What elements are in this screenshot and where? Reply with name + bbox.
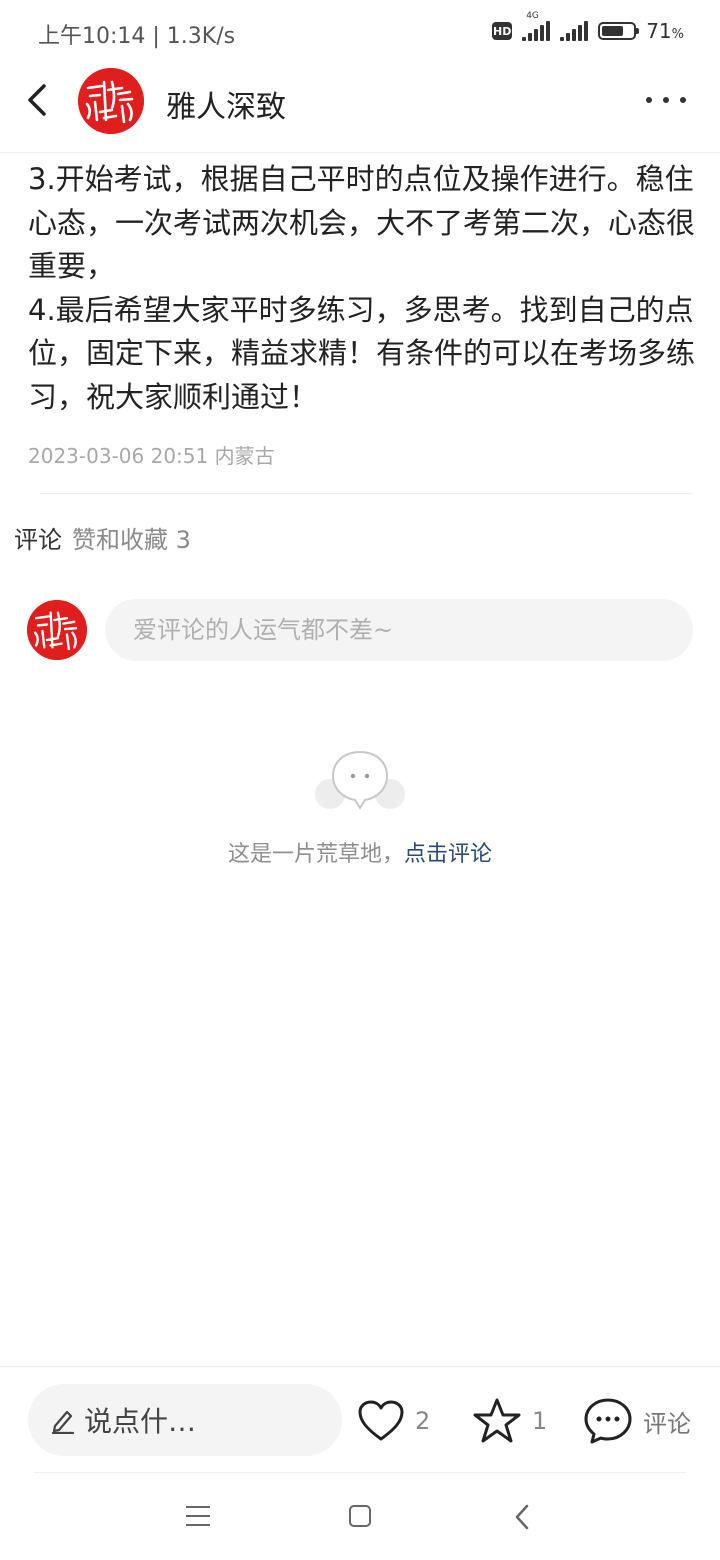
bottom-bar-divider [0,1366,720,1367]
empty-state-text: 这是一片荒草地，点击评论 [0,836,720,868]
status-icons: HD 4G 71% [492,11,684,46]
header-divider [0,152,720,153]
seal-logo [78,68,144,134]
back-button[interactable] [22,80,58,120]
cellular-4g-icon: 4G [522,11,551,41]
battery-percent-value: 71 [646,19,672,43]
comment-input[interactable] [105,599,693,661]
say-something-label: 说点什… [84,1405,197,1438]
network-type-label: 4G [526,11,539,21]
status-time: 上午10:14 | 1.3K/s [38,24,236,49]
battery-fill [602,26,624,36]
star-icon [473,1398,521,1443]
chevron-left-icon [28,84,46,116]
post-meta: 2023-03-06 20:51 内蒙古 [28,444,275,468]
comment-label: 评论 [643,1409,691,1438]
heart-icon [358,1400,404,1441]
favorite-count: 1 [532,1407,548,1435]
article-paragraph: 4.最后希望大家平时多练习，多思考。找到自己的点位，固定下来，精益求精！有条件的… [28,292,696,414]
nav-divider [34,1472,686,1473]
article-paragraph: 3.开始考试，根据自己平时的点位及操作进行。稳住心态，一次考试两次机会，大不了考… [28,162,696,283]
author-avatar[interactable] [78,68,144,134]
tab-likes-favorites[interactable]: 赞和收藏 3 [72,520,191,555]
cellular-signal-icon [560,21,589,41]
chat-bubble-icon [314,750,406,816]
favorite-button[interactable]: 1 [472,1396,547,1446]
system-back-icon[interactable] [512,1503,532,1531]
article-body: 3.开始考试，根据自己平时的点位及操作进行。稳住心态，一次考试两次机会，大不了考… [28,158,698,419]
like-count: 2 [415,1407,431,1435]
more-options-button[interactable] [646,90,686,110]
comment-button[interactable]: 评论 [583,1396,691,1446]
user-avatar [27,600,87,660]
comment-icon [584,1398,632,1444]
seal-logo [27,600,87,660]
like-button[interactable]: 2 [357,1396,430,1446]
more-dot [680,97,686,103]
more-dot [663,97,669,103]
content-divider [40,493,692,494]
author-name[interactable]: 雅人深致 [166,82,286,126]
say-something-button[interactable]: 说点什… [28,1384,342,1456]
hd-icon: HD [492,22,513,40]
battery-percent-unit: % [671,27,684,42]
battery-percent: 71% [646,19,684,43]
pencil-icon [51,1410,75,1434]
click-to-comment-link[interactable]: 点击评论 [404,842,492,867]
empty-state-message: 这是一片荒草地， [227,842,404,867]
home-square-icon[interactable] [349,1505,371,1527]
tab-comments[interactable]: 评论 [14,520,62,555]
battery-icon [598,22,640,40]
more-dot [646,97,652,103]
recents-menu-icon[interactable] [186,1506,210,1526]
